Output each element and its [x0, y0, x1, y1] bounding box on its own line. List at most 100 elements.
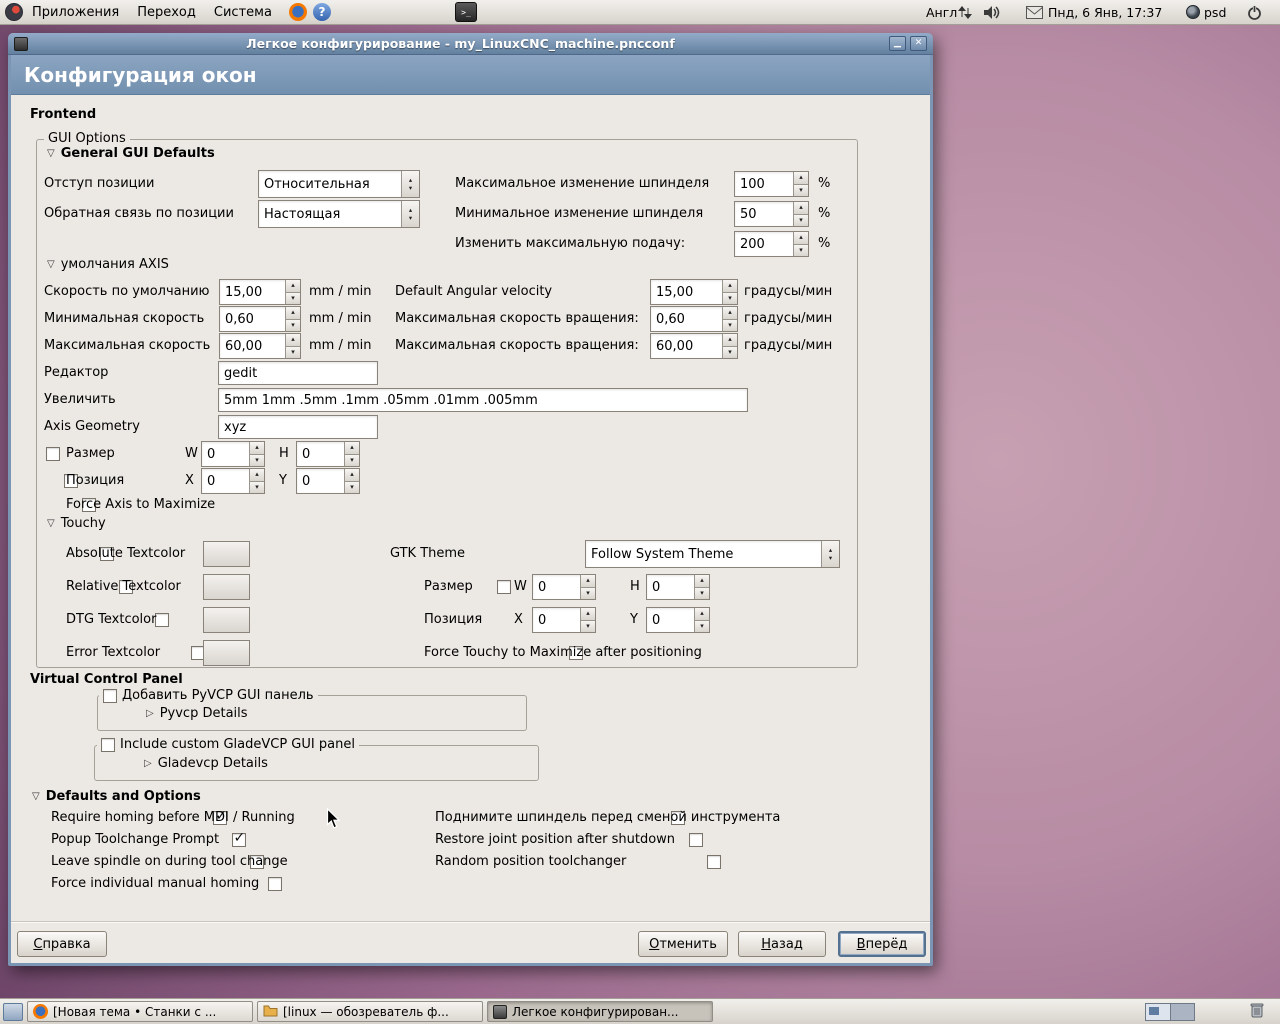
spin-down-icon[interactable]: ▾ [793, 183, 808, 196]
spin-value[interactable]: 0 [533, 575, 580, 599]
spin-up-icon[interactable]: ▴ [694, 575, 709, 587]
touchy-size-h-spin[interactable]: 0 ▴ ▾ [646, 574, 710, 600]
touchy-pos-y-spin[interactable]: 0 ▴ ▾ [646, 607, 710, 633]
spin-down-icon[interactable]: ▾ [285, 345, 300, 358]
spin-up-icon[interactable]: ▴ [344, 469, 359, 481]
general-gui-defaults-expander[interactable]: ▽ General GUI Defaults [47, 146, 215, 162]
increments-field[interactable]: 5mm 1mm .5mm .1mm .05mm .01mm .005mm [218, 388, 748, 412]
spin-down-icon[interactable]: ▾ [722, 345, 737, 358]
trash-icon[interactable] [1249, 1001, 1265, 1023]
spin-up-icon[interactable]: ▴ [722, 280, 737, 292]
touchy-expander[interactable]: ▽ Touchy [47, 516, 106, 532]
editor-field[interactable]: gedit [218, 361, 378, 385]
pyvcp-checkbox[interactable] [103, 689, 117, 703]
position-feedback-combo[interactable]: Настоящая ▴ ▾ [258, 200, 420, 228]
cancel-button[interactable]: Отменить [638, 931, 728, 957]
spindle-max-spin[interactable]: 100 ▴ ▾ [734, 171, 809, 197]
spin-steppers[interactable]: ▴ ▾ [722, 280, 737, 304]
window-titlebar[interactable]: Легкое конфигурирование - my_LinuxCNC_ma… [8, 33, 933, 55]
restore-joint-checkbox[interactable] [689, 833, 704, 847]
axis-pos-y-spin[interactable]: 0 ▴ ▾ [296, 468, 360, 494]
touchy-size-checkbox[interactable] [496, 580, 511, 594]
spin-steppers[interactable]: ▴ ▾ [793, 202, 808, 226]
workspace-2[interactable] [1170, 1003, 1194, 1020]
spin-down-icon[interactable]: ▾ [580, 586, 595, 599]
spin-up-icon[interactable]: ▴ [793, 172, 808, 184]
volume-icon[interactable] [982, 4, 1000, 25]
spin-steppers[interactable]: ▴ ▾ [285, 334, 300, 358]
axis-size-w-spin[interactable]: 0 ▴ ▾ [201, 441, 265, 467]
taskbar-window-filemanager[interactable]: [linux — обозреватель ф... [257, 1001, 483, 1022]
force-individual-homing-checkbox[interactable] [267, 877, 282, 891]
spin-up-icon[interactable]: ▴ [344, 442, 359, 454]
dtg-textcolor-checkbox[interactable] [154, 613, 169, 627]
spin-steppers[interactable]: ▴ ▾ [580, 575, 595, 599]
spin-value[interactable]: 0,60 [220, 307, 285, 331]
dtg-textcolor-button[interactable] [203, 607, 250, 633]
spin-steppers[interactable]: ▴ ▾ [344, 442, 359, 466]
defaults-options-expander[interactable]: ▽ Defaults and Options [32, 789, 201, 805]
spin-value[interactable]: 0 [297, 469, 344, 493]
spin-up-icon[interactable]: ▴ [249, 442, 264, 454]
spin-steppers[interactable]: ▴ ▾ [694, 608, 709, 632]
spin-up-icon[interactable]: ▴ [249, 469, 264, 481]
spin-value[interactable]: 15,00 [651, 280, 722, 304]
taskbar-window-pncconf[interactable]: Легкое конфигурирован... [487, 1001, 713, 1022]
spin-down-icon[interactable]: ▾ [285, 318, 300, 331]
spin-down-icon[interactable]: ▾ [344, 480, 359, 493]
spin-steppers[interactable]: ▴ ▾ [285, 280, 300, 304]
spin-down-icon[interactable]: ▾ [793, 213, 808, 226]
popup-toolchange-checkbox[interactable]: ✓ [231, 830, 246, 847]
spin-up-icon[interactable]: ▴ [694, 608, 709, 620]
firefox-launcher-icon[interactable] [288, 3, 307, 21]
spin-up-icon[interactable]: ▴ [722, 334, 737, 346]
keyboard-layout-indicator[interactable]: Англ [926, 5, 957, 20]
spin-up-icon[interactable]: ▴ [285, 307, 300, 319]
gladevcp-details-expander[interactable]: ▷ Gladevcp Details [144, 756, 268, 772]
spin-down-icon[interactable]: ▾ [285, 291, 300, 304]
workspace-switcher[interactable] [1145, 1002, 1195, 1021]
gladevcp-check-row[interactable]: Include custom GladeVCP GUI panel [97, 736, 359, 754]
spin-up-icon[interactable]: ▴ [722, 307, 737, 319]
spin-steppers[interactable]: ▴ ▾ [793, 232, 808, 256]
help-launcher-icon[interactable]: ? [312, 3, 331, 21]
spin-up-icon[interactable]: ▴ [793, 232, 808, 244]
spin-value[interactable]: 100 [735, 172, 793, 196]
spin-steppers[interactable]: ▴ ▾ [793, 172, 808, 196]
spin-steppers[interactable]: ▴ ▾ [249, 469, 264, 493]
layout-switch-icon[interactable] [958, 5, 972, 24]
close-button[interactable]: ✕ [910, 36, 927, 51]
menu-system[interactable]: Система [205, 0, 281, 25]
axis-geometry-field[interactable]: xyz [218, 415, 378, 439]
pyvcp-details-expander[interactable]: ▷ Pyvcp Details [146, 706, 248, 722]
angular-max-spin[interactable]: 60,00 ▴ ▾ [650, 333, 738, 359]
help-button[interactable]: Справка [17, 931, 107, 957]
workspace-1[interactable] [1146, 1003, 1170, 1020]
spin-steppers[interactable]: ▴ ▾ [722, 334, 737, 358]
spin-value[interactable]: 50 [735, 202, 793, 226]
position-offset-combo[interactable]: Относительная ▴ ▾ [258, 170, 420, 198]
combo-arrows[interactable]: ▴ ▾ [401, 171, 419, 197]
forward-button[interactable]: Вперёд [838, 931, 926, 957]
combo-arrows[interactable]: ▴ ▾ [401, 201, 419, 227]
spin-value[interactable]: 0 [533, 608, 580, 632]
spin-down-icon[interactable]: ▾ [344, 453, 359, 466]
feed-override-spin[interactable]: 200 ▴ ▾ [734, 231, 809, 257]
error-textcolor-button[interactable] [203, 640, 250, 666]
spin-up-icon[interactable]: ▴ [580, 575, 595, 587]
spin-up-icon[interactable]: ▴ [285, 334, 300, 346]
menu-places[interactable]: Переход [128, 0, 205, 25]
axis-pos-x-spin[interactable]: 0 ▴ ▾ [201, 468, 265, 494]
max-velocity-spin[interactable]: 60,00 ▴ ▾ [219, 333, 301, 359]
combo-arrows[interactable]: ▴ ▾ [821, 541, 839, 567]
show-desktop-icon[interactable] [3, 1002, 23, 1021]
distro-menu-icon[interactable] [5, 3, 23, 21]
minimize-button[interactable]: ▁ [889, 36, 906, 51]
relative-textcolor-button[interactable] [203, 574, 250, 600]
spin-down-icon[interactable]: ▾ [580, 619, 595, 632]
spin-value[interactable]: 15,00 [220, 280, 285, 304]
angular-min-spin[interactable]: 0,60 ▴ ▾ [650, 306, 738, 332]
spin-value[interactable]: 0 [647, 575, 694, 599]
spin-down-icon[interactable]: ▾ [722, 291, 737, 304]
axis-size-checkbox[interactable] [46, 447, 60, 461]
